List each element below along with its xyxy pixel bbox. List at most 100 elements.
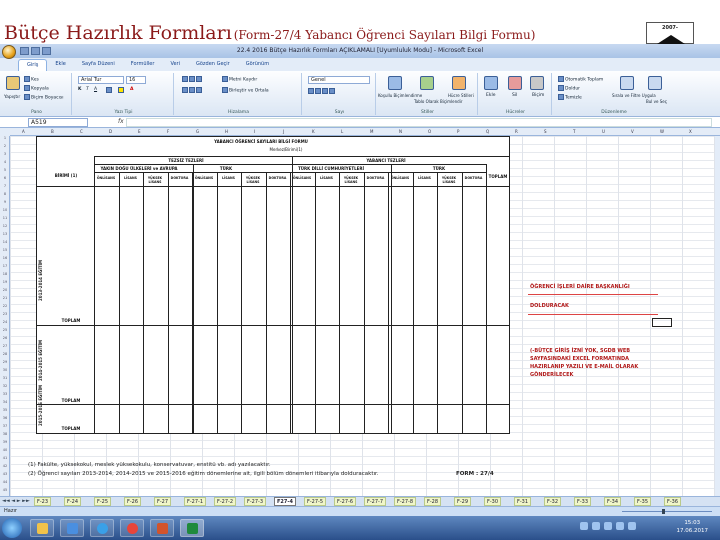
format-button[interactable]: Biçim [532,93,544,98]
tab-review[interactable]: Gözden Geçir [188,59,238,71]
office-button[interactable] [2,45,16,59]
tab-view[interactable]: Görünüm [238,59,277,71]
sheet-tab[interactable]: F-27-5 [304,497,327,506]
currency-icon[interactable] [308,88,336,95]
cell-styles-button[interactable]: Hücre Stilleri [448,93,474,98]
sheet-tab[interactable]: F-36 [664,497,682,506]
row-header[interactable]: 44 [0,480,9,484]
save-icon[interactable] [20,47,29,55]
column-header[interactable]: S [544,129,547,134]
row-header[interactable]: 5 [0,168,9,172]
row-header[interactable]: 1 [0,136,9,140]
row-header[interactable]: 15 [0,248,9,252]
row-header[interactable]: 40 [0,448,9,452]
taskbar-folder-app[interactable] [30,519,54,537]
row-header[interactable]: 30 [0,368,9,372]
copy-button[interactable]: Kopyala [24,85,49,92]
tray-icon[interactable] [604,522,612,530]
tab-insert[interactable]: Ekle [47,59,74,71]
sheet-tab[interactable]: F-35 [634,497,652,506]
cell-styles-icon[interactable] [452,76,466,90]
row-header[interactable]: 39 [0,440,9,444]
table-format-icon[interactable] [420,76,434,90]
sheet-nav-arrows[interactable]: ◄◄ ◄ ► ►► [2,498,32,504]
sheet-tab[interactable]: F-27-2 [214,497,237,506]
sheet-tab[interactable]: F27-4 [274,497,296,506]
column-header[interactable]: B [51,129,54,134]
sheet-tab[interactable]: F-23 [34,497,52,506]
sheet-tab[interactable]: F-26 [124,497,142,506]
row-header[interactable]: 11 [0,216,9,220]
column-header[interactable]: F [167,129,169,134]
wrap-text-button[interactable]: Metni Kaydır [222,76,257,83]
row-header[interactable]: 28 [0,352,9,356]
sheet-tab[interactable]: F-27-3 [244,497,267,506]
table-format-button[interactable]: Tablo Olarak Biçimlendir [414,99,462,104]
sheet-tab[interactable]: F-27-1 [184,497,207,506]
row-header[interactable]: 17 [0,264,9,268]
redo-icon[interactable] [42,47,51,55]
undo-icon[interactable] [31,47,40,55]
row-header[interactable]: 8 [0,192,9,196]
row-header[interactable]: 20 [0,288,9,292]
column-header[interactable]: O [428,129,431,134]
sheet-tab[interactable]: F-27-8 [394,497,417,506]
sort-filter-icon[interactable] [620,76,634,90]
column-header[interactable]: C [80,129,83,134]
column-header[interactable]: E [138,129,141,134]
taskbar-powerpoint-app[interactable] [150,519,174,537]
name-box[interactable]: A519 [28,118,88,127]
row-header[interactable]: 26 [0,336,9,340]
row-header[interactable]: 38 [0,432,9,436]
row-header[interactable]: 16 [0,256,9,260]
row-header[interactable]: 24 [0,320,9,324]
column-header[interactable]: J [283,129,284,134]
row-header[interactable]: 4 [0,160,9,164]
row-header[interactable]: 19 [0,280,9,284]
fill-color-button[interactable] [118,87,125,94]
tray-icon[interactable] [580,522,588,530]
sheet-tab[interactable]: F-27-7 [364,497,387,506]
column-header[interactable]: X [689,129,692,134]
column-header[interactable]: R [515,129,518,134]
row-header[interactable]: 42 [0,464,9,468]
column-header[interactable]: V [631,129,634,134]
merge-center-button[interactable]: Birleştir ve Ortala [222,87,269,94]
row-header[interactable]: 14 [0,240,9,244]
tray-icon[interactable] [592,522,600,530]
row-header[interactable]: 23 [0,312,9,316]
sheet-tab[interactable]: F-30 [484,497,502,506]
sort-filter-button[interactable]: Sırala ve Filtre Uygula [612,93,656,98]
find-select-icon[interactable] [648,76,662,90]
row-header[interactable]: 33 [0,392,9,396]
row-header[interactable]: 29 [0,360,9,364]
conditional-format-icon[interactable] [388,76,402,90]
tab-formulas[interactable]: Formüller [123,59,163,71]
column-header[interactable]: H [225,129,228,134]
row-header[interactable]: 37 [0,424,9,428]
sheet-tab[interactable]: F-32 [544,497,562,506]
column-header[interactable]: L [341,129,343,134]
taskbar-chrome-app[interactable] [120,519,144,537]
sheet-tab[interactable]: F-34 [604,497,622,506]
insert-button[interactable]: Ekle [486,93,495,98]
row-header[interactable]: 35 [0,408,9,412]
column-header[interactable]: P [457,129,459,134]
row-header[interactable]: 22 [0,304,9,308]
row-header[interactable]: 27 [0,344,9,348]
row-header[interactable]: 2 [0,144,9,148]
italic-button[interactable]: T [86,87,89,92]
row-header[interactable]: 6 [0,176,9,180]
underline-button[interactable]: A [94,87,97,92]
conditional-format-button[interactable]: Koşullu Biçimlendirme [378,93,422,98]
column-header[interactable]: I [254,129,255,134]
network-icon[interactable] [616,522,624,530]
font-size-select[interactable]: 16 [126,76,146,84]
sheet-tab[interactable]: F-27-6 [334,497,357,506]
number-format-select[interactable]: Genel [308,76,370,84]
row-header[interactable]: 43 [0,472,9,476]
row-header[interactable]: 34 [0,400,9,404]
paste-icon[interactable] [6,76,20,90]
column-header[interactable]: N [399,129,402,134]
zoom-slider[interactable] [622,509,712,514]
